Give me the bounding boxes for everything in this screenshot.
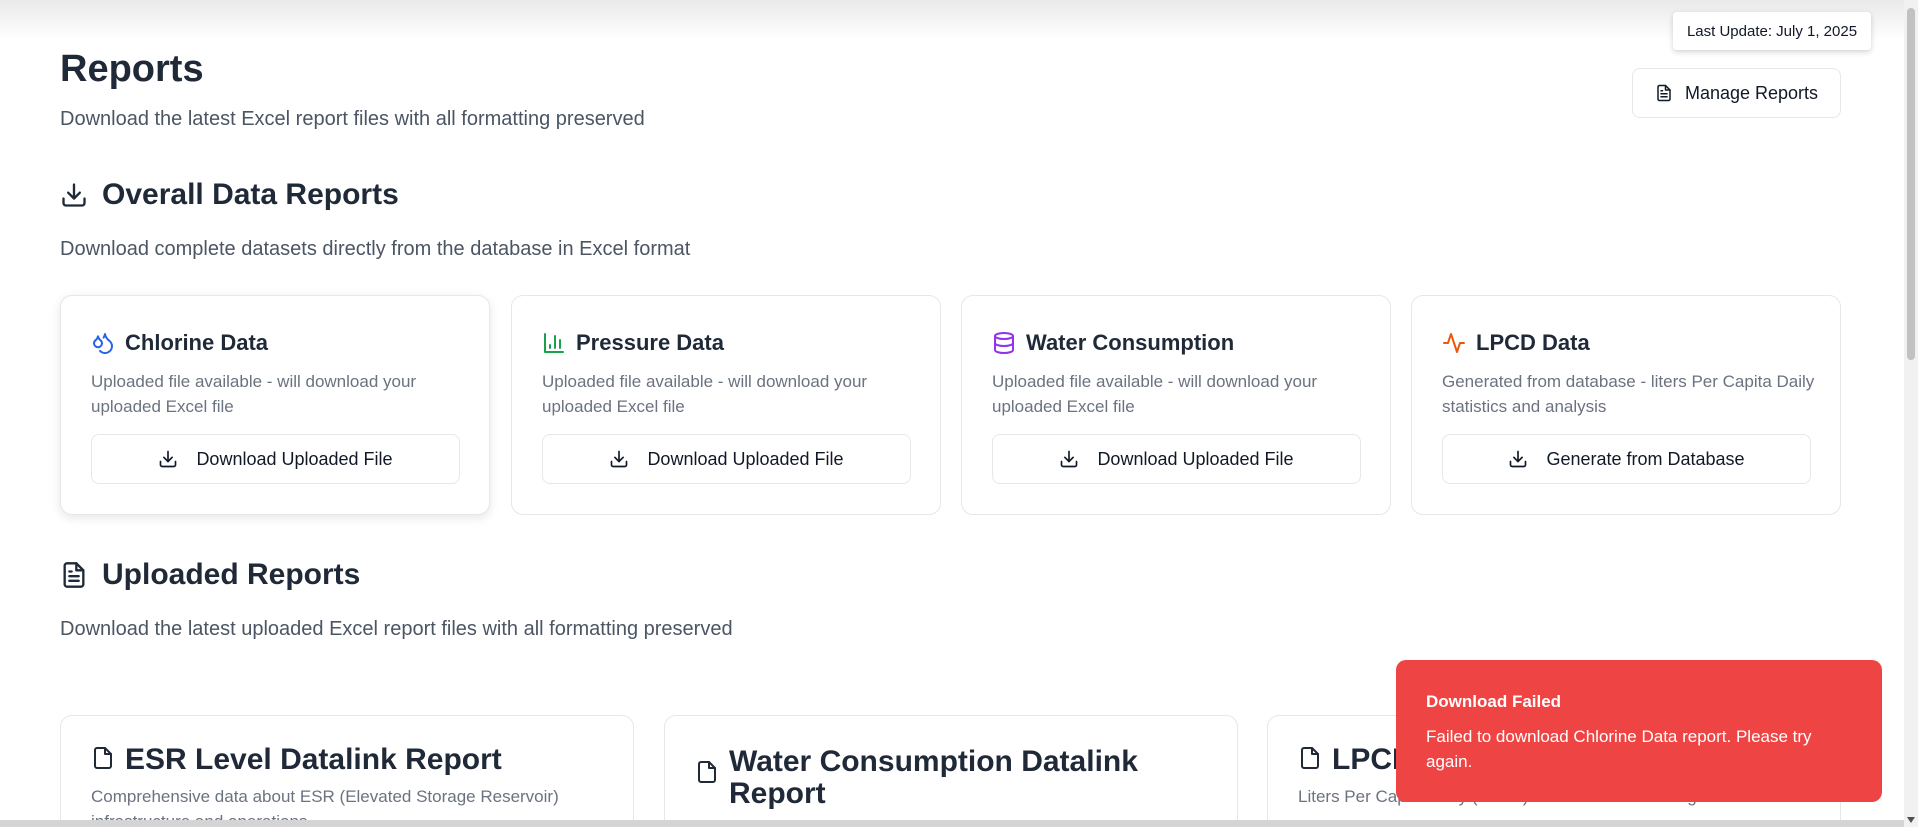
manage-reports-label: Manage Reports bbox=[1684, 82, 1819, 103]
file-icon bbox=[91, 744, 115, 772]
card-header: Pressure Data bbox=[542, 330, 724, 356]
card-title: Water Consumption Datalink Report bbox=[729, 745, 1138, 810]
button-label: Download Uploaded File bbox=[196, 448, 393, 469]
file-icon bbox=[695, 758, 719, 786]
card-header: Chlorine Data bbox=[91, 330, 268, 356]
button-label: Download Uploaded File bbox=[647, 448, 844, 469]
generate-lpcd-button[interactable]: Generate from Database bbox=[1442, 434, 1811, 484]
download-icon bbox=[609, 449, 629, 469]
card-header: Water Consumption bbox=[992, 330, 1234, 356]
download-icon bbox=[60, 181, 88, 209]
file-text-icon bbox=[60, 561, 88, 589]
card-description: Generated from database - liters Per Cap… bbox=[1442, 372, 1815, 416]
pressure-data-card: Pressure Data Uploaded file available - … bbox=[511, 295, 941, 515]
last-update-badge: Last Update: July 1, 2025 bbox=[1673, 12, 1871, 50]
card-header: ESR Level Datalink Report bbox=[91, 744, 502, 776]
download-icon bbox=[158, 449, 178, 469]
card-title: Chlorine Data bbox=[125, 330, 269, 355]
card-header: LPCD Data bbox=[1442, 330, 1590, 356]
scroll-down-arrow-icon[interactable] bbox=[1907, 817, 1915, 823]
vertical-scrollbar[interactable] bbox=[1904, 0, 1918, 827]
esr-report-card: ESR Level Datalink Report Comprehensive … bbox=[60, 715, 634, 827]
overall-section-description: Download complete datasets directly from… bbox=[60, 238, 691, 260]
toast-message: Failed to download Chlorine Data report.… bbox=[1426, 727, 1812, 771]
card-title: ESR Level Datalink Report bbox=[125, 743, 502, 776]
card-title: Pressure Data bbox=[576, 330, 724, 355]
activity-icon bbox=[1442, 331, 1466, 355]
scrollbar-thumb[interactable] bbox=[1907, 8, 1915, 360]
uploaded-section-description: Download the latest uploaded Excel repor… bbox=[60, 618, 733, 640]
card-description: Uploaded file available - will download … bbox=[542, 372, 868, 416]
lpcd-data-card: LPCD Data Generated from database - lite… bbox=[1411, 295, 1841, 515]
overall-section-header: Overall Data Reports bbox=[60, 178, 399, 212]
chlorine-data-card: Chlorine Data Uploaded file available - … bbox=[60, 295, 490, 515]
download-icon bbox=[1508, 449, 1528, 469]
uploaded-section-title: Uploaded Reports bbox=[102, 558, 361, 591]
page-subtitle: Download the latest Excel report files w… bbox=[60, 108, 645, 130]
overall-section-title: Overall Data Reports bbox=[102, 178, 399, 211]
uploaded-section-header: Uploaded Reports bbox=[60, 558, 360, 592]
bar-chart-icon bbox=[542, 331, 566, 355]
card-description: Uploaded file available - will download … bbox=[992, 372, 1318, 416]
water-consumption-report-card: Water Consumption Datalink Report Detail… bbox=[664, 715, 1238, 827]
download-water-consumption-button[interactable]: Download Uploaded File bbox=[992, 434, 1361, 484]
database-icon bbox=[992, 331, 1016, 355]
button-label: Generate from Database bbox=[1546, 448, 1745, 469]
card-title: Water Consumption bbox=[1026, 330, 1235, 355]
card-title: LPCD Data bbox=[1476, 330, 1590, 355]
toast-title: Download Failed bbox=[1426, 692, 1562, 711]
water-consumption-card: Water Consumption Uploaded file availabl… bbox=[961, 295, 1391, 515]
horizontal-scrollbar[interactable] bbox=[0, 820, 1904, 827]
file-icon bbox=[1298, 744, 1322, 772]
button-label: Download Uploaded File bbox=[1097, 448, 1294, 469]
page-title: Reports bbox=[60, 48, 204, 90]
download-pressure-button[interactable]: Download Uploaded File bbox=[542, 434, 911, 484]
card-header: Water Consumption Datalink Report bbox=[695, 746, 1149, 810]
download-failed-toast[interactable]: Download Failed Failed to download Chlor… bbox=[1396, 660, 1882, 802]
top-shadow bbox=[0, 0, 1904, 40]
download-chlorine-button[interactable]: Download Uploaded File bbox=[91, 434, 460, 484]
card-description: Uploaded file available - will download … bbox=[91, 372, 417, 416]
download-icon bbox=[1059, 449, 1079, 469]
manage-reports-button[interactable]: Manage Reports bbox=[1632, 68, 1841, 118]
droplets-icon bbox=[91, 331, 115, 355]
file-text-icon bbox=[1655, 83, 1673, 103]
